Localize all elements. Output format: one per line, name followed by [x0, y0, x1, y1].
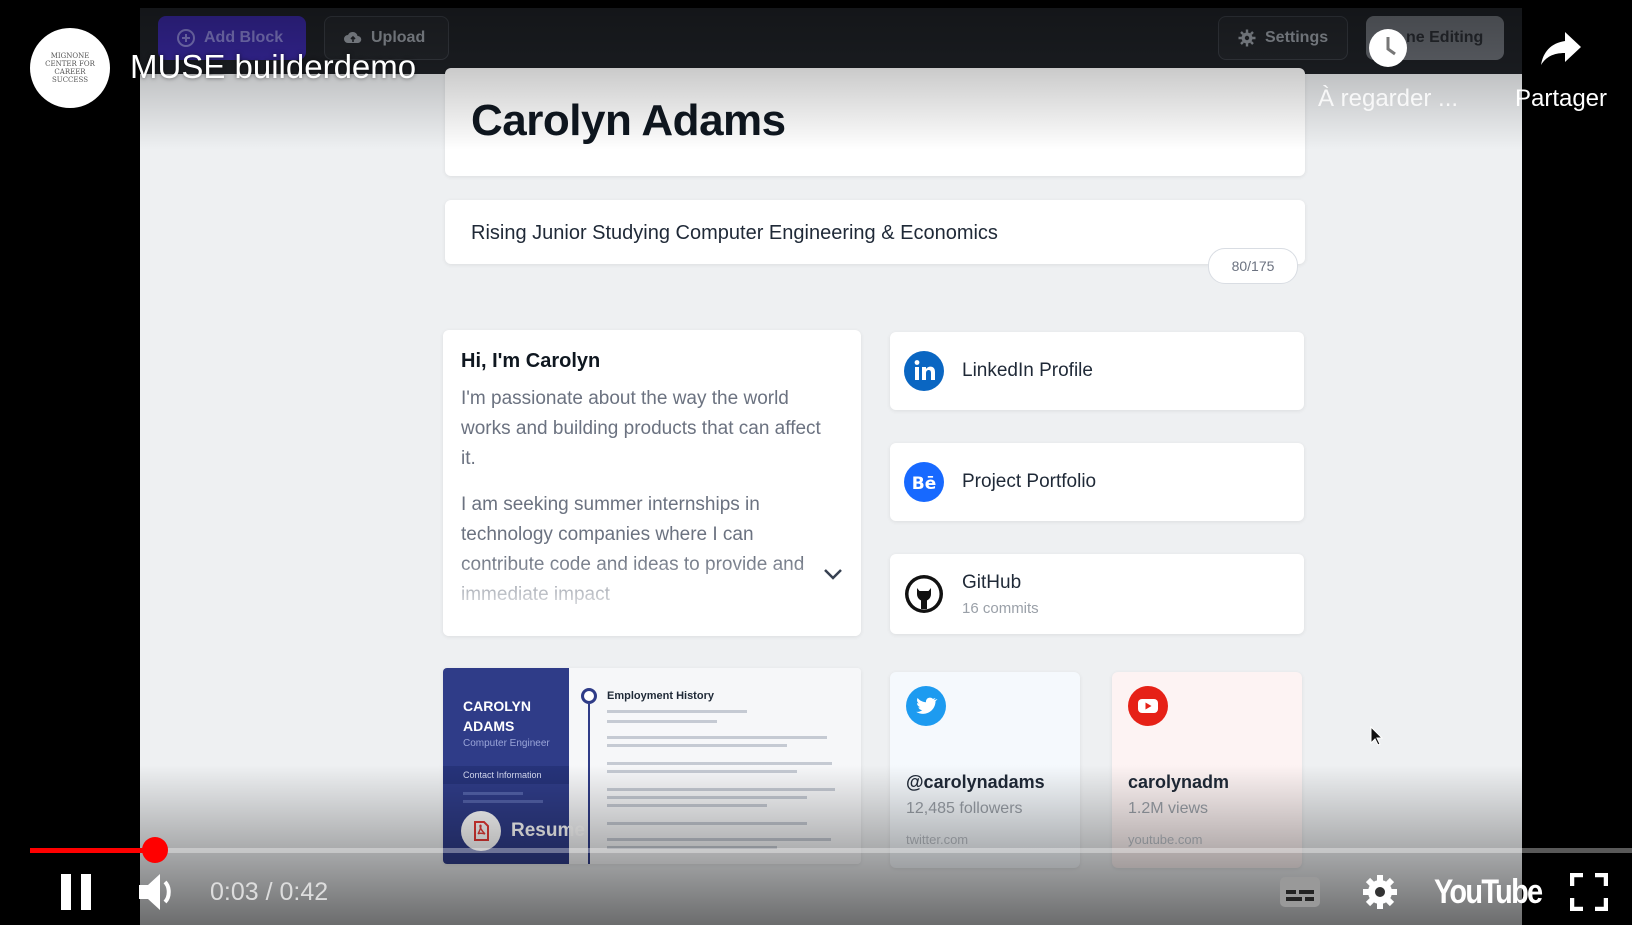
- youtube-block[interactable]: carolynadm 1.2M views youtube.com: [1112, 672, 1302, 868]
- resume-text-line: [607, 796, 807, 799]
- link-sublabel: 16 commits: [962, 599, 1039, 617]
- resume-text-line: [607, 710, 747, 713]
- linkedin-icon: [904, 351, 944, 391]
- resume-text-line: [607, 804, 767, 807]
- resume-section-heading: Employment History: [607, 690, 714, 702]
- youtube-icon: [1128, 686, 1168, 726]
- resume-block[interactable]: CAROLYN ADAMS Computer Engineer Contact …: [443, 668, 861, 864]
- link-label: GitHub: [962, 571, 1022, 593]
- time-separator: /: [258, 877, 280, 906]
- youtube-wordmark: YouTube: [1434, 872, 1543, 911]
- channel-logo-text: MIGNONE CENTER FOR CAREER SUCCESS: [45, 52, 95, 84]
- add-block-label: Add Block: [204, 29, 284, 46]
- share-arrow-icon: [1541, 32, 1581, 65]
- link-label: LinkedIn Profile: [962, 360, 1093, 381]
- behance-icon: Bē: [904, 462, 944, 502]
- gear-icon: [1238, 29, 1256, 47]
- timeline-line: [588, 704, 590, 864]
- resume-text-line: [607, 720, 717, 723]
- link-label: Project Portfolio: [962, 471, 1097, 492]
- link-portfolio[interactable]: Bē Project Portfolio: [890, 443, 1304, 521]
- about-heading: Hi, I'm Carolyn: [461, 350, 601, 372]
- twitter-handle: @carolynadams: [906, 772, 1045, 792]
- youtube-domain: youtube.com: [1128, 832, 1203, 847]
- resume-text-line: [607, 822, 807, 825]
- youtube-handle: carolynadm: [1128, 772, 1230, 792]
- resume-text-line: [607, 788, 835, 791]
- watch-later-button[interactable]: À regarder ...: [1308, 28, 1468, 113]
- clock-icon: [1369, 29, 1407, 67]
- link-github[interactable]: GitHub 16 commits: [890, 554, 1304, 634]
- mouse-cursor-icon: [1370, 726, 1384, 746]
- resume-text-line: [607, 736, 827, 739]
- resume-text-line: [463, 792, 523, 795]
- watch-later-label: À regarder ...: [1317, 85, 1459, 112]
- share-label: Partager: [1514, 85, 1608, 112]
- name-block[interactable]: Carolyn Adams: [445, 68, 1305, 176]
- subtitles-button[interactable]: [1278, 868, 1322, 916]
- volume-button[interactable]: [136, 868, 182, 916]
- tagline-block[interactable]: Rising Junior Studying Computer Engineer…: [445, 200, 1305, 264]
- video-frame[interactable]: Add Block Upload Settings ne Editing Car…: [140, 8, 1522, 925]
- resume-role: Computer Engineer: [463, 738, 550, 749]
- duration: 0:42: [279, 877, 329, 906]
- char-counter: 80/175: [1208, 248, 1298, 284]
- pdf-icon: [461, 811, 501, 851]
- svg-text:Bē: Bē: [912, 474, 937, 494]
- plus-circle-icon: [177, 29, 195, 47]
- channel-avatar[interactable]: MIGNONE CENTER FOR CAREER SUCCESS: [30, 28, 110, 108]
- resume-text-line: [607, 770, 797, 773]
- pause-icon: [61, 874, 91, 910]
- upload-label: Upload: [371, 29, 426, 46]
- resume-label: Resume: [511, 820, 585, 841]
- progress-played: [30, 848, 155, 853]
- resume-text-line: [607, 838, 831, 841]
- twitter-followers: 12,485 followers: [906, 800, 1023, 817]
- gear-icon: [1363, 875, 1397, 909]
- github-icon: [905, 575, 943, 613]
- video-player[interactable]: Add Block Upload Settings ne Editing Car…: [0, 0, 1632, 925]
- resume-contact-heading: Contact Information: [443, 766, 569, 784]
- about-fade: [443, 556, 861, 636]
- fullscreen-button[interactable]: [1570, 868, 1608, 916]
- twitter-block[interactable]: @carolynadams 12,485 followers twitter.c…: [890, 672, 1080, 868]
- youtube-views: 1.2M views: [1128, 800, 1209, 817]
- about-block[interactable]: Hi, I'm Carolyn I'm passionate about the…: [443, 330, 861, 636]
- about-paragraph-1: I'm passionate about the way the world w…: [461, 388, 821, 469]
- settings-gear-button[interactable]: [1360, 868, 1400, 916]
- resume-text-line: [607, 744, 787, 747]
- video-title[interactable]: MUSE builderdemo: [130, 48, 416, 86]
- resume-name: CAROLYN ADAMS: [463, 698, 531, 734]
- profile-name: Carolyn Adams: [471, 96, 786, 145]
- resume-main: Employment History: [569, 668, 861, 864]
- link-linkedin[interactable]: LinkedIn Profile: [890, 332, 1304, 410]
- resume-text-line: [607, 762, 832, 765]
- progress-scrubber[interactable]: [141, 837, 168, 863]
- pause-button[interactable]: [58, 868, 94, 916]
- cloud-upload-icon: [344, 31, 362, 43]
- tagline-text: Rising Junior Studying Computer Engineer…: [471, 222, 998, 244]
- chevron-down-icon[interactable]: [821, 562, 845, 586]
- youtube-logo-button[interactable]: YouTube: [1434, 868, 1560, 916]
- time-display: 0:03 / 0:42: [210, 868, 328, 916]
- volume-icon: [139, 874, 171, 910]
- current-time: 0:03: [210, 877, 259, 906]
- fullscreen-icon: [1570, 873, 1608, 911]
- resume-text-line: [463, 800, 543, 803]
- subtitles-icon: [1280, 877, 1320, 907]
- timeline-dot: [581, 688, 597, 704]
- twitter-icon: [906, 686, 946, 726]
- share-button[interactable]: Partager: [1502, 28, 1620, 113]
- twitter-domain: twitter.com: [906, 832, 969, 847]
- progress-bar[interactable]: [30, 848, 1632, 853]
